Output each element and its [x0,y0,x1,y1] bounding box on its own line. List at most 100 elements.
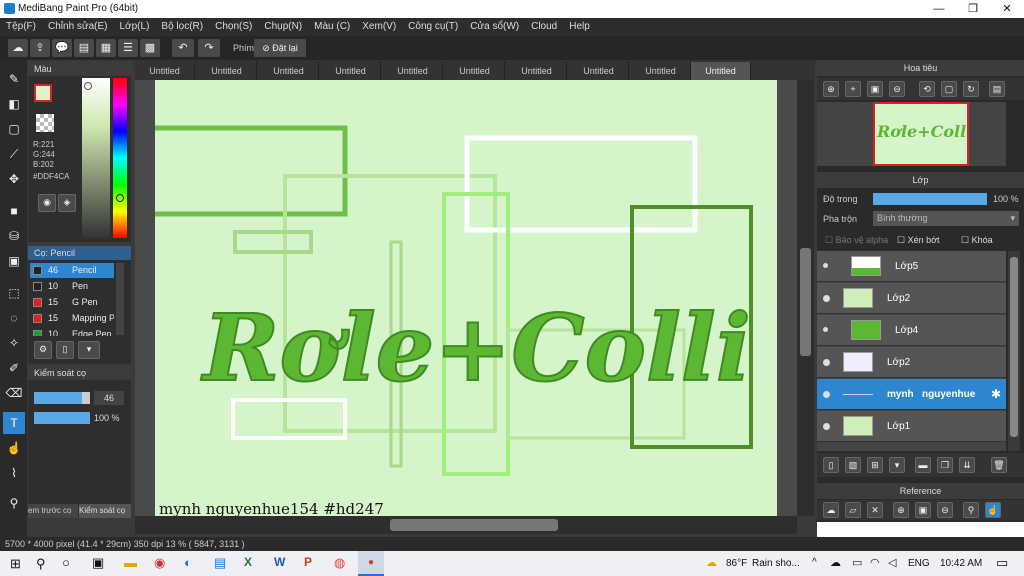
cortana-icon[interactable]: ○ [62,555,70,570]
reset-button[interactable]: ⊘ Đặt lại [254,39,306,57]
menu-view[interactable]: Xem(V) [356,18,402,36]
rect-tool-icon[interactable]: ▢ [3,118,25,140]
reference-zoom-in-icon[interactable]: ⊕ [893,502,909,518]
brush-page-icon[interactable]: ▯ [56,341,74,359]
menu-help[interactable]: Help [563,18,596,36]
vertical-scrollbar[interactable] [797,80,814,516]
wifi-icon[interactable]: ◠ [870,556,880,569]
flip-icon[interactable]: ↻ [963,81,979,97]
edge-icon[interactable]: ◐ [184,555,192,570]
layer-row[interactable]: Lớp5 [817,251,1006,282]
speech-bubble-icon[interactable]: 💬 [52,39,72,57]
lock-checkbox[interactable]: ☐ Khóa [961,235,993,246]
move-tool-icon[interactable]: ✥ [3,168,25,190]
brush-item[interactable]: 10 Edge Pen [30,327,114,336]
gear-icon[interactable]: ✱ [991,387,1001,401]
task-view-icon[interactable]: ▣ [92,555,104,571]
grid-icon[interactable]: ▩ [140,39,160,57]
menu-tools[interactable]: Công cụ(T) [402,18,464,36]
window-icon[interactable]: ▤ [989,81,1005,97]
zoom-in-icon[interactable]: ⊕ [823,81,839,97]
search-icon[interactable]: ⚲ [36,556,46,572]
brush-preview-tab[interactable]: em trước cọ [28,504,78,518]
volume-icon[interactable]: ◁ [888,556,896,569]
folder-icon[interactable]: ▬ [915,457,931,473]
brush-control-tab[interactable]: Kiểm soát cọ [79,504,131,518]
horizontal-scrollbar[interactable] [135,516,797,534]
cloud-sync-icon[interactable]: ☁ [830,556,841,569]
reference-cloud-icon[interactable]: ☁ [823,502,839,518]
new-layer-icon[interactable]: ▯ [823,457,839,473]
powerpoint-icon[interactable]: P [304,555,312,569]
palette-icon[interactable]: ◉ [38,194,56,212]
layer-opacity-slider[interactable] [873,193,987,205]
eraser-tool-icon[interactable]: ◧ [3,93,25,115]
eye-icon[interactable] [823,295,830,302]
chrome-icon[interactable]: ◍ [334,555,345,571]
tab-untitled[interactable]: Untitled [507,62,567,80]
vertical-scroll-thumb[interactable] [800,248,811,356]
battery-icon[interactable]: ▭ [852,556,862,569]
notification-icon[interactable]: ▭ [996,555,1008,571]
brush-list-scrollbar[interactable] [116,263,124,335]
layer-row[interactable]: Lớp2 [817,347,1006,378]
brush-item[interactable]: 15 G Pen [30,295,114,310]
weather-text[interactable]: Rain sho... [752,558,800,569]
file-explorer-icon[interactable]: ▬ [124,555,137,570]
minimize-button[interactable]: — [922,0,956,18]
merge-icon[interactable]: ⇊ [959,457,975,473]
menu-file[interactable]: Tệp(F) [0,18,42,36]
saturation-field[interactable] [82,78,110,238]
reference-close-icon[interactable]: ✕ [867,502,883,518]
weather-temp[interactable]: 86°F [726,558,747,569]
upload-icon[interactable]: ⇪ [30,39,50,57]
layer-scrollbar[interactable] [1008,251,1020,451]
windows-start-icon[interactable]: ⊞ [10,556,21,572]
menu-window[interactable]: Cửa sổ(W) [464,18,525,36]
layer-row-selected[interactable]: mynh nguyenhue ✱ [817,379,1006,410]
fill-rect-tool-icon[interactable]: ■ [3,200,25,222]
hue-slider[interactable] [113,78,127,238]
hue-picker[interactable] [116,194,124,202]
comment-icon[interactable]: ▤ [74,39,94,57]
brush-add-icon[interactable]: ⚙ [34,341,52,359]
duplicate-icon[interactable]: ❐ [937,457,953,473]
clock[interactable]: 10:42 AM [940,558,982,569]
gradient-tool-icon[interactable]: ▣ [3,250,25,272]
transparent-swatch[interactable] [36,114,54,132]
store-icon[interactable]: ▤ [214,555,226,571]
layer-scroll-thumb[interactable] [1010,257,1018,437]
tab-untitled[interactable]: Untitled [569,62,629,80]
blend-select[interactable]: Bình thường ▾ [873,211,1019,226]
bucket-tool-icon[interactable]: ⛁ [3,225,25,247]
app-icon-red[interactable]: ◉ [154,555,165,571]
menu-edit[interactable]: Chỉnh sửa(E) [42,18,114,36]
word-icon[interactable]: W [274,555,285,569]
tab-untitled[interactable]: Untitled [259,62,319,80]
canvas[interactable]: Rơle+Colli mynh nguyenhue154 #hd247 [155,80,777,516]
reference-hand-icon[interactable]: ☝ [985,502,1001,518]
new-halftone-layer-icon[interactable]: ⊞ [867,457,883,473]
layer-row[interactable]: Lớp4 [817,315,1006,346]
tab-untitled[interactable]: Untitled [631,62,691,80]
page-icon[interactable]: ▦ [96,39,116,57]
zoom-out-icon[interactable]: ⊖ [889,81,905,97]
menu-filter[interactable]: Bộ lọc(R) [155,18,209,36]
size-slider[interactable] [34,392,90,404]
brush-menu-icon[interactable]: ▾ [78,341,100,359]
select-tool-icon[interactable]: ⬚ [3,282,25,304]
magic-wand-icon[interactable]: ✧ [3,332,25,354]
dropper-tool-icon[interactable]: ⌇ [3,462,25,484]
reference-open-icon[interactable]: ▱ [845,502,861,518]
saturation-picker[interactable] [84,82,92,90]
menu-color[interactable]: Màu (C) [308,18,356,36]
close-button[interactable]: ✕ [990,0,1024,18]
brush-item[interactable]: 46 Pencil [30,263,114,278]
chevron-up-icon[interactable]: ^ [812,557,817,568]
layer-row[interactable]: Lớp1 [817,411,1006,442]
eye-icon[interactable] [823,391,830,398]
rotate-icon[interactable]: ⟲ [919,81,935,97]
fit-icon[interactable]: ▣ [867,81,883,97]
text-tool-icon[interactable]: T [3,412,25,434]
foreground-swatch[interactable] [34,84,52,102]
